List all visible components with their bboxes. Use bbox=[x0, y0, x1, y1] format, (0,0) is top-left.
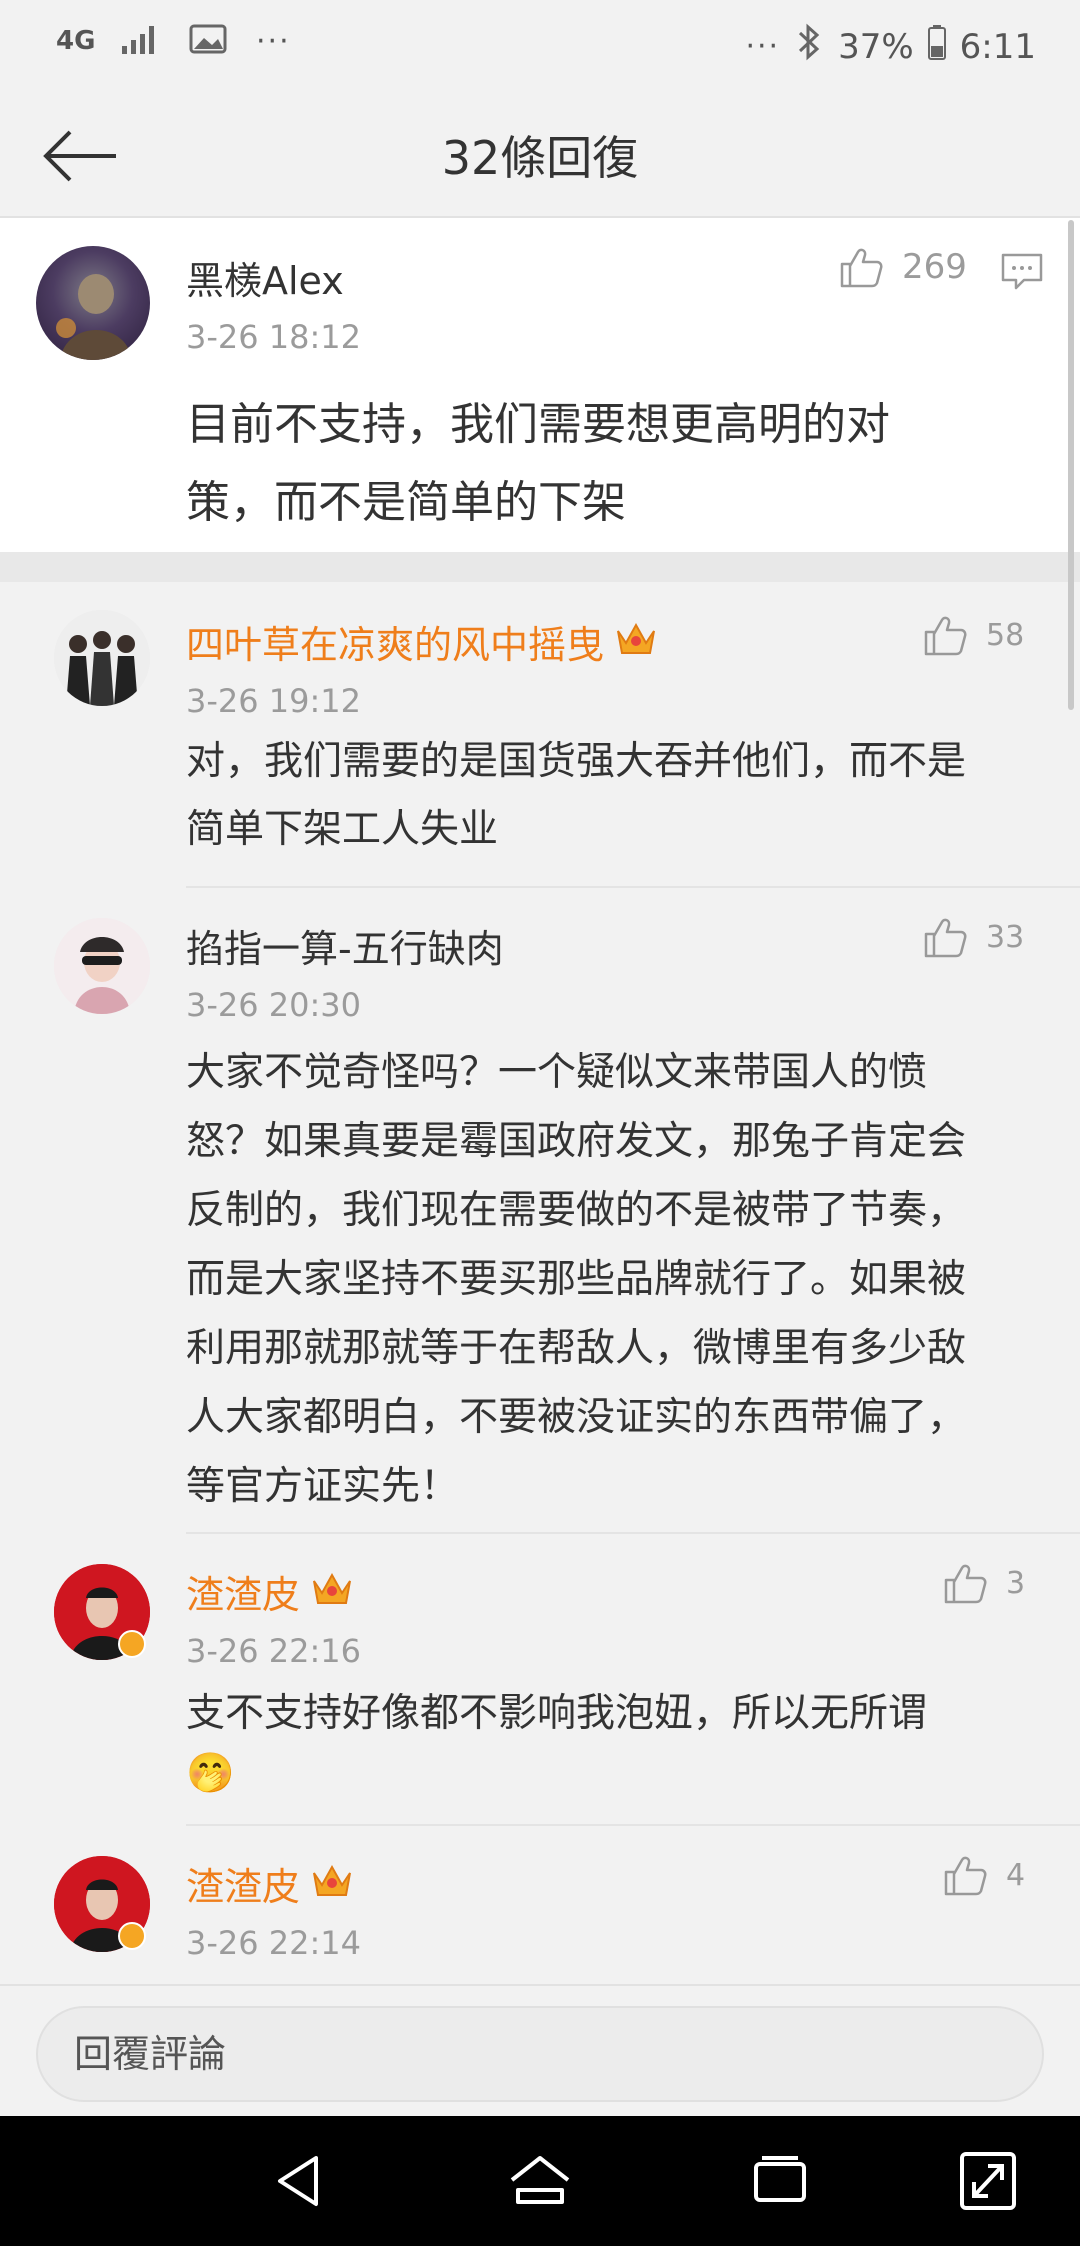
like-button[interactable]: 58 bbox=[922, 612, 1024, 658]
like-button[interactable]: 4 bbox=[942, 1852, 1025, 1898]
comment-text: 对，我们需要的是国货强大吞并他们，而不是 简单下架工人失业 bbox=[186, 739, 967, 852]
comment-text: 支不支持好像都不影响我泡妞，所以无所谓 🤭 bbox=[186, 1684, 927, 1804]
verified-badge-icon bbox=[118, 1630, 146, 1658]
like-button[interactable]: 269 bbox=[838, 244, 967, 290]
clock: 6:11 bbox=[959, 26, 1036, 67]
nav-back-button[interactable] bbox=[260, 2146, 340, 2216]
section-divider bbox=[0, 552, 1080, 582]
nav-recents-icon bbox=[754, 2156, 806, 2202]
reply-item: 渣渣皮 3-26 22:16 3 支不支持好像都不影响我泡妞，所以无所谓 🤭 bbox=[0, 1534, 1080, 1826]
expand-screen-icon bbox=[960, 2152, 1016, 2210]
nav-home-icon bbox=[510, 2156, 570, 2204]
like-button[interactable]: 3 bbox=[942, 1560, 1025, 1606]
nav-expand-button[interactable] bbox=[948, 2146, 1028, 2216]
reply-input[interactable]: 回覆評論 bbox=[36, 2006, 1044, 2102]
like-button[interactable]: 33 bbox=[922, 914, 1024, 960]
like-count: 33 bbox=[986, 919, 1025, 955]
page-title: 32條回復 bbox=[441, 131, 639, 185]
main-comment: 黑檨Alex 3-26 18:12 269 目前不支持，我们需要想更高明的对 策… bbox=[0, 218, 1080, 552]
vip-crown-icon bbox=[614, 617, 658, 666]
like-count: 269 bbox=[902, 247, 967, 287]
commenter-name[interactable]: 四叶草在凉爽的风中摇曳 bbox=[186, 614, 658, 669]
emoji: 🤭 bbox=[186, 1751, 235, 1796]
avatar[interactable] bbox=[54, 918, 150, 1014]
nav-back-icon bbox=[278, 2156, 318, 2206]
comment-time: 3-26 18:12 bbox=[186, 318, 362, 356]
vip-crown-icon bbox=[310, 1859, 354, 1908]
reply-bar: 回覆評論 bbox=[0, 1984, 1080, 2116]
reply-comment-button[interactable] bbox=[1000, 252, 1044, 296]
like-count: 3 bbox=[1006, 1565, 1026, 1601]
thumbs-up-icon bbox=[924, 616, 967, 656]
avatar[interactable] bbox=[36, 246, 150, 360]
commenter-name[interactable]: 黑檨Alex bbox=[186, 250, 344, 305]
commenter-name[interactable]: 掐指一算-五行缺肉 bbox=[186, 918, 504, 973]
comment-time: 3-26 19:12 bbox=[186, 682, 362, 720]
more-status-icon: ··· bbox=[745, 29, 781, 64]
like-count: 4 bbox=[1006, 1857, 1026, 1893]
nav-home-button[interactable] bbox=[500, 2146, 580, 2216]
comment-time: 3-26 22:14 bbox=[186, 1924, 362, 1962]
avatar[interactable] bbox=[54, 610, 150, 706]
nav-recents-button[interactable] bbox=[740, 2146, 820, 2216]
thumbs-up-icon bbox=[924, 918, 967, 958]
signal-icon bbox=[120, 22, 160, 60]
thumbs-up-icon bbox=[944, 1856, 987, 1896]
gallery-icon bbox=[188, 22, 228, 60]
comment-text: 目前不支持，我们需要想更高明的对 策，而不是简单的下架 bbox=[186, 399, 890, 528]
reply-item: 掐指一算-五行缺肉 3-26 20:30 33 大家不觉奇怪吗？一个疑似文来带国… bbox=[0, 888, 1080, 1534]
reply-item: 四叶草在凉爽的风中摇曳 3-26 19:12 58 对，我们需要的是国货强大吞并… bbox=[0, 582, 1080, 888]
reply-list: 四叶草在凉爽的风中摇曳 3-26 19:12 58 对，我们需要的是国货强大吞并… bbox=[0, 582, 1080, 1984]
verified-badge-icon bbox=[118, 1922, 146, 1950]
comment-time: 3-26 20:30 bbox=[186, 986, 362, 1024]
comment-thread[interactable]: 黑檨Alex 3-26 18:12 269 目前不支持，我们需要想更高明的对 策… bbox=[0, 218, 1080, 1984]
vip-crown-icon bbox=[310, 1567, 354, 1616]
scrollbar[interactable] bbox=[1068, 220, 1074, 710]
commenter-name[interactable]: 渣渣皮 bbox=[186, 1856, 354, 1911]
comment-bubble-icon bbox=[1001, 253, 1043, 290]
commenter-name[interactable]: 渣渣皮 bbox=[186, 1564, 354, 1619]
comment-text: 大家不觉奇怪吗？一个疑似文来带国人的愤 怒？如果真要是霉国政府发文，那兔子肯定会… bbox=[186, 1050, 967, 1509]
battery-icon bbox=[927, 24, 946, 69]
battery-percent: 37% bbox=[838, 26, 914, 67]
app-header: 32條回復 bbox=[0, 92, 1080, 218]
status-bar: 4G ··· ··· 37% 6:11 bbox=[0, 0, 1080, 92]
like-count: 58 bbox=[986, 617, 1025, 653]
network-type-icon: 4G bbox=[56, 26, 96, 56]
more-notifications-icon: ··· bbox=[256, 23, 291, 59]
reply-item: 渣渣皮 3-26 22:14 4 bbox=[0, 1826, 1080, 1984]
system-nav-bar bbox=[0, 2116, 1080, 2246]
thumbs-up-icon bbox=[944, 1564, 987, 1604]
bluetooth-icon bbox=[794, 22, 824, 71]
comment-time: 3-26 22:16 bbox=[186, 1632, 362, 1670]
thumbs-up-icon bbox=[840, 248, 883, 288]
